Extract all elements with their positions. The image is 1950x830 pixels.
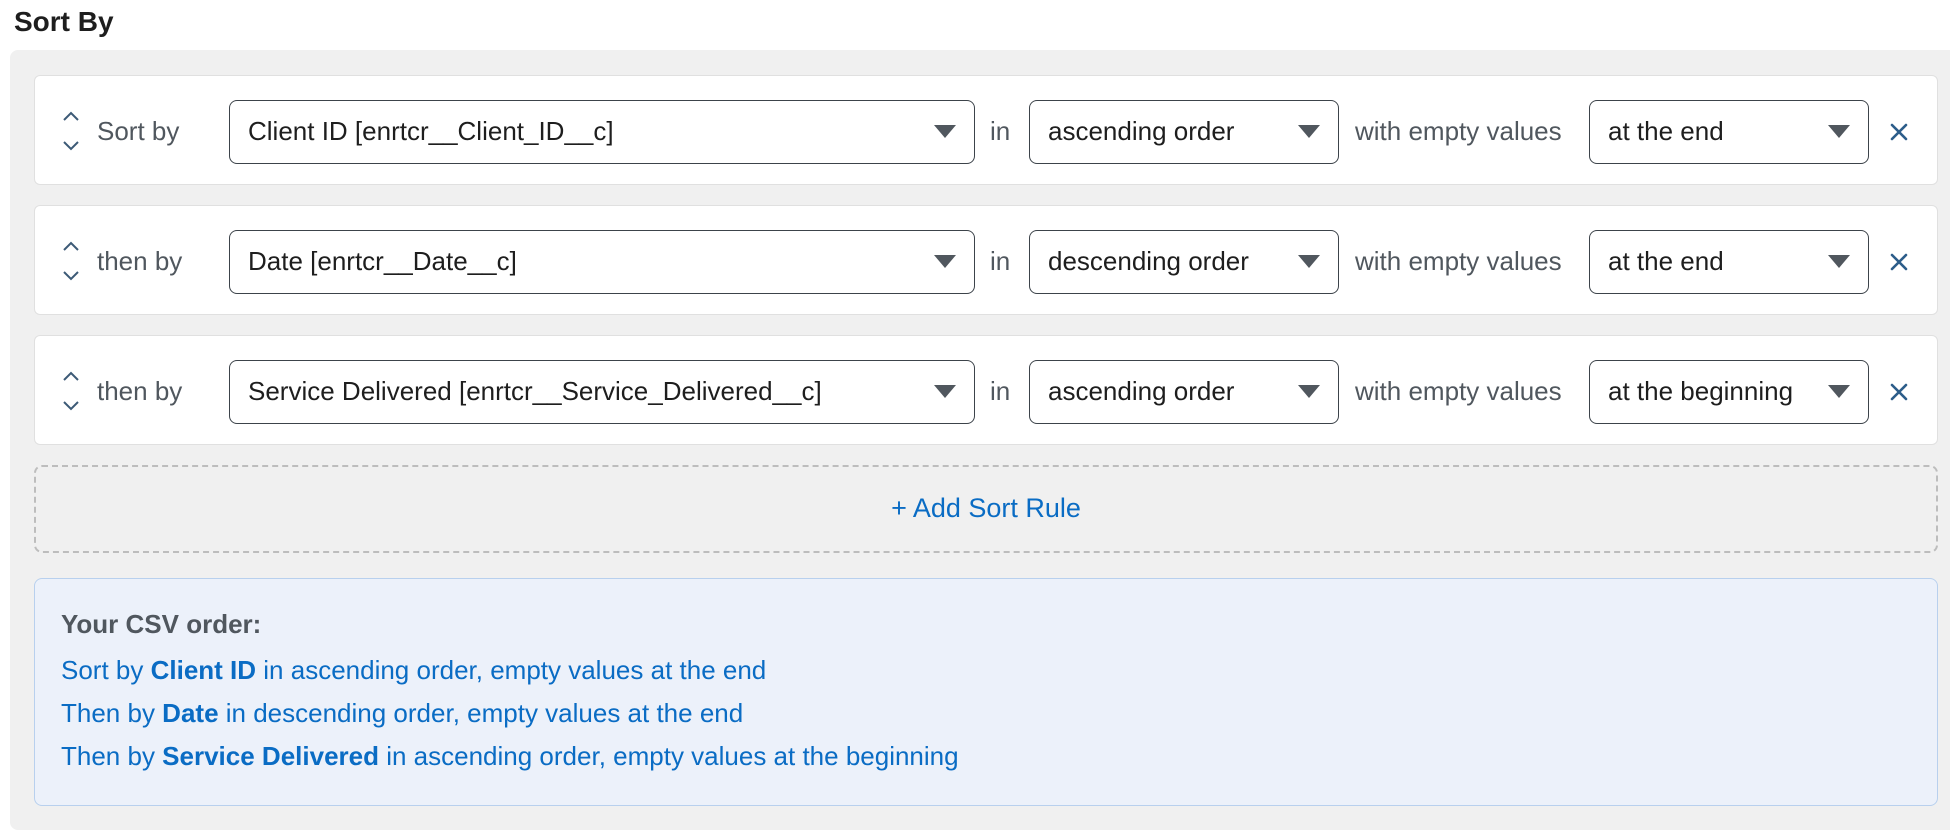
- caret-down-icon: [1298, 125, 1320, 138]
- section-title: Sort By: [14, 6, 114, 37]
- close-icon[interactable]: [1885, 118, 1913, 146]
- close-icon[interactable]: [1885, 378, 1913, 406]
- order-select-value: ascending order: [1048, 376, 1235, 406]
- reorder-controls: [59, 366, 83, 418]
- csv-order-summary: Your CSV order: Sort by Client ID in asc…: [34, 578, 1938, 806]
- chevron-up-icon[interactable]: [59, 106, 83, 128]
- caret-down-icon: [1298, 255, 1320, 268]
- caret-down-icon: [934, 255, 956, 268]
- summary-field: Client ID: [150, 655, 257, 685]
- empty-values-label: with empty values: [1355, 246, 1562, 276]
- summary-suffix: in ascending order, empty values at the …: [256, 655, 767, 685]
- chevron-up-icon[interactable]: [59, 236, 83, 258]
- caret-down-icon: [934, 385, 956, 398]
- in-label: in: [990, 246, 1011, 276]
- sort-rule-row: then by Service Delivered [enrtcr__Servi…: [34, 335, 1938, 445]
- order-select-value: descending order: [1048, 246, 1249, 276]
- reorder-controls: [59, 106, 83, 158]
- summary-suffix: in ascending order, empty values at the …: [378, 741, 959, 771]
- summary-line: Sort by Client ID in ascending order, em…: [61, 655, 766, 686]
- rule-label: Sort by: [97, 116, 180, 146]
- in-label: in: [990, 376, 1011, 406]
- chevron-up-icon[interactable]: [59, 366, 83, 388]
- sort-rule-row: then by Date [enrtcr__Date__c] in descen…: [34, 205, 1938, 315]
- order-select[interactable]: descending order: [1029, 230, 1339, 294]
- summary-suffix: in descending order, empty values at the…: [218, 698, 744, 728]
- field-select[interactable]: Service Delivered [enrtcr__Service_Deliv…: [229, 360, 975, 424]
- caret-down-icon: [1828, 385, 1850, 398]
- summary-field: Service Delivered: [162, 741, 379, 771]
- summary-prefix: Sort by: [61, 655, 151, 685]
- empty-position-select[interactable]: at the end: [1589, 100, 1869, 164]
- caret-down-icon: [1828, 255, 1850, 268]
- chevron-down-icon[interactable]: [59, 264, 83, 286]
- in-label: in: [990, 116, 1011, 146]
- summary-prefix: Then by: [61, 741, 163, 771]
- chevron-down-icon[interactable]: [59, 134, 83, 156]
- rule-label: then by: [97, 376, 183, 406]
- summary-prefix: Then by: [61, 698, 163, 728]
- close-icon[interactable]: [1885, 248, 1913, 276]
- empty-position-select[interactable]: at the end: [1589, 230, 1869, 294]
- caret-down-icon: [1828, 125, 1850, 138]
- empty-position-select-value: at the end: [1608, 246, 1724, 276]
- field-select-value: Service Delivered [enrtcr__Service_Deliv…: [248, 376, 822, 406]
- field-select[interactable]: Date [enrtcr__Date__c]: [229, 230, 975, 294]
- summary-title: Your CSV order:: [61, 609, 262, 639]
- add-sort-rule-button[interactable]: + Add Sort Rule: [34, 465, 1938, 553]
- order-select[interactable]: ascending order: [1029, 360, 1339, 424]
- field-select-value: Date [enrtcr__Date__c]: [248, 246, 517, 276]
- chevron-down-icon[interactable]: [59, 394, 83, 416]
- order-select[interactable]: ascending order: [1029, 100, 1339, 164]
- empty-position-select[interactable]: at the beginning: [1589, 360, 1869, 424]
- caret-down-icon: [934, 125, 956, 138]
- sort-rule-row: Sort by Client ID [enrtcr__Client_ID__c]…: [34, 75, 1938, 185]
- summary-line: Then by Service Delivered in ascending o…: [61, 741, 959, 772]
- field-select-value: Client ID [enrtcr__Client_ID__c]: [248, 116, 614, 146]
- empty-position-select-value: at the end: [1608, 116, 1724, 146]
- order-select-value: ascending order: [1048, 116, 1235, 146]
- summary-line: Then by Date in descending order, empty …: [61, 698, 743, 729]
- field-select[interactable]: Client ID [enrtcr__Client_ID__c]: [229, 100, 975, 164]
- empty-position-select-value: at the beginning: [1608, 376, 1794, 406]
- reorder-controls: [59, 236, 83, 288]
- empty-values-label: with empty values: [1355, 116, 1562, 146]
- summary-field: Date: [162, 698, 219, 728]
- empty-values-label: with empty values: [1355, 376, 1562, 406]
- rule-label: then by: [97, 246, 183, 276]
- caret-down-icon: [1298, 385, 1320, 398]
